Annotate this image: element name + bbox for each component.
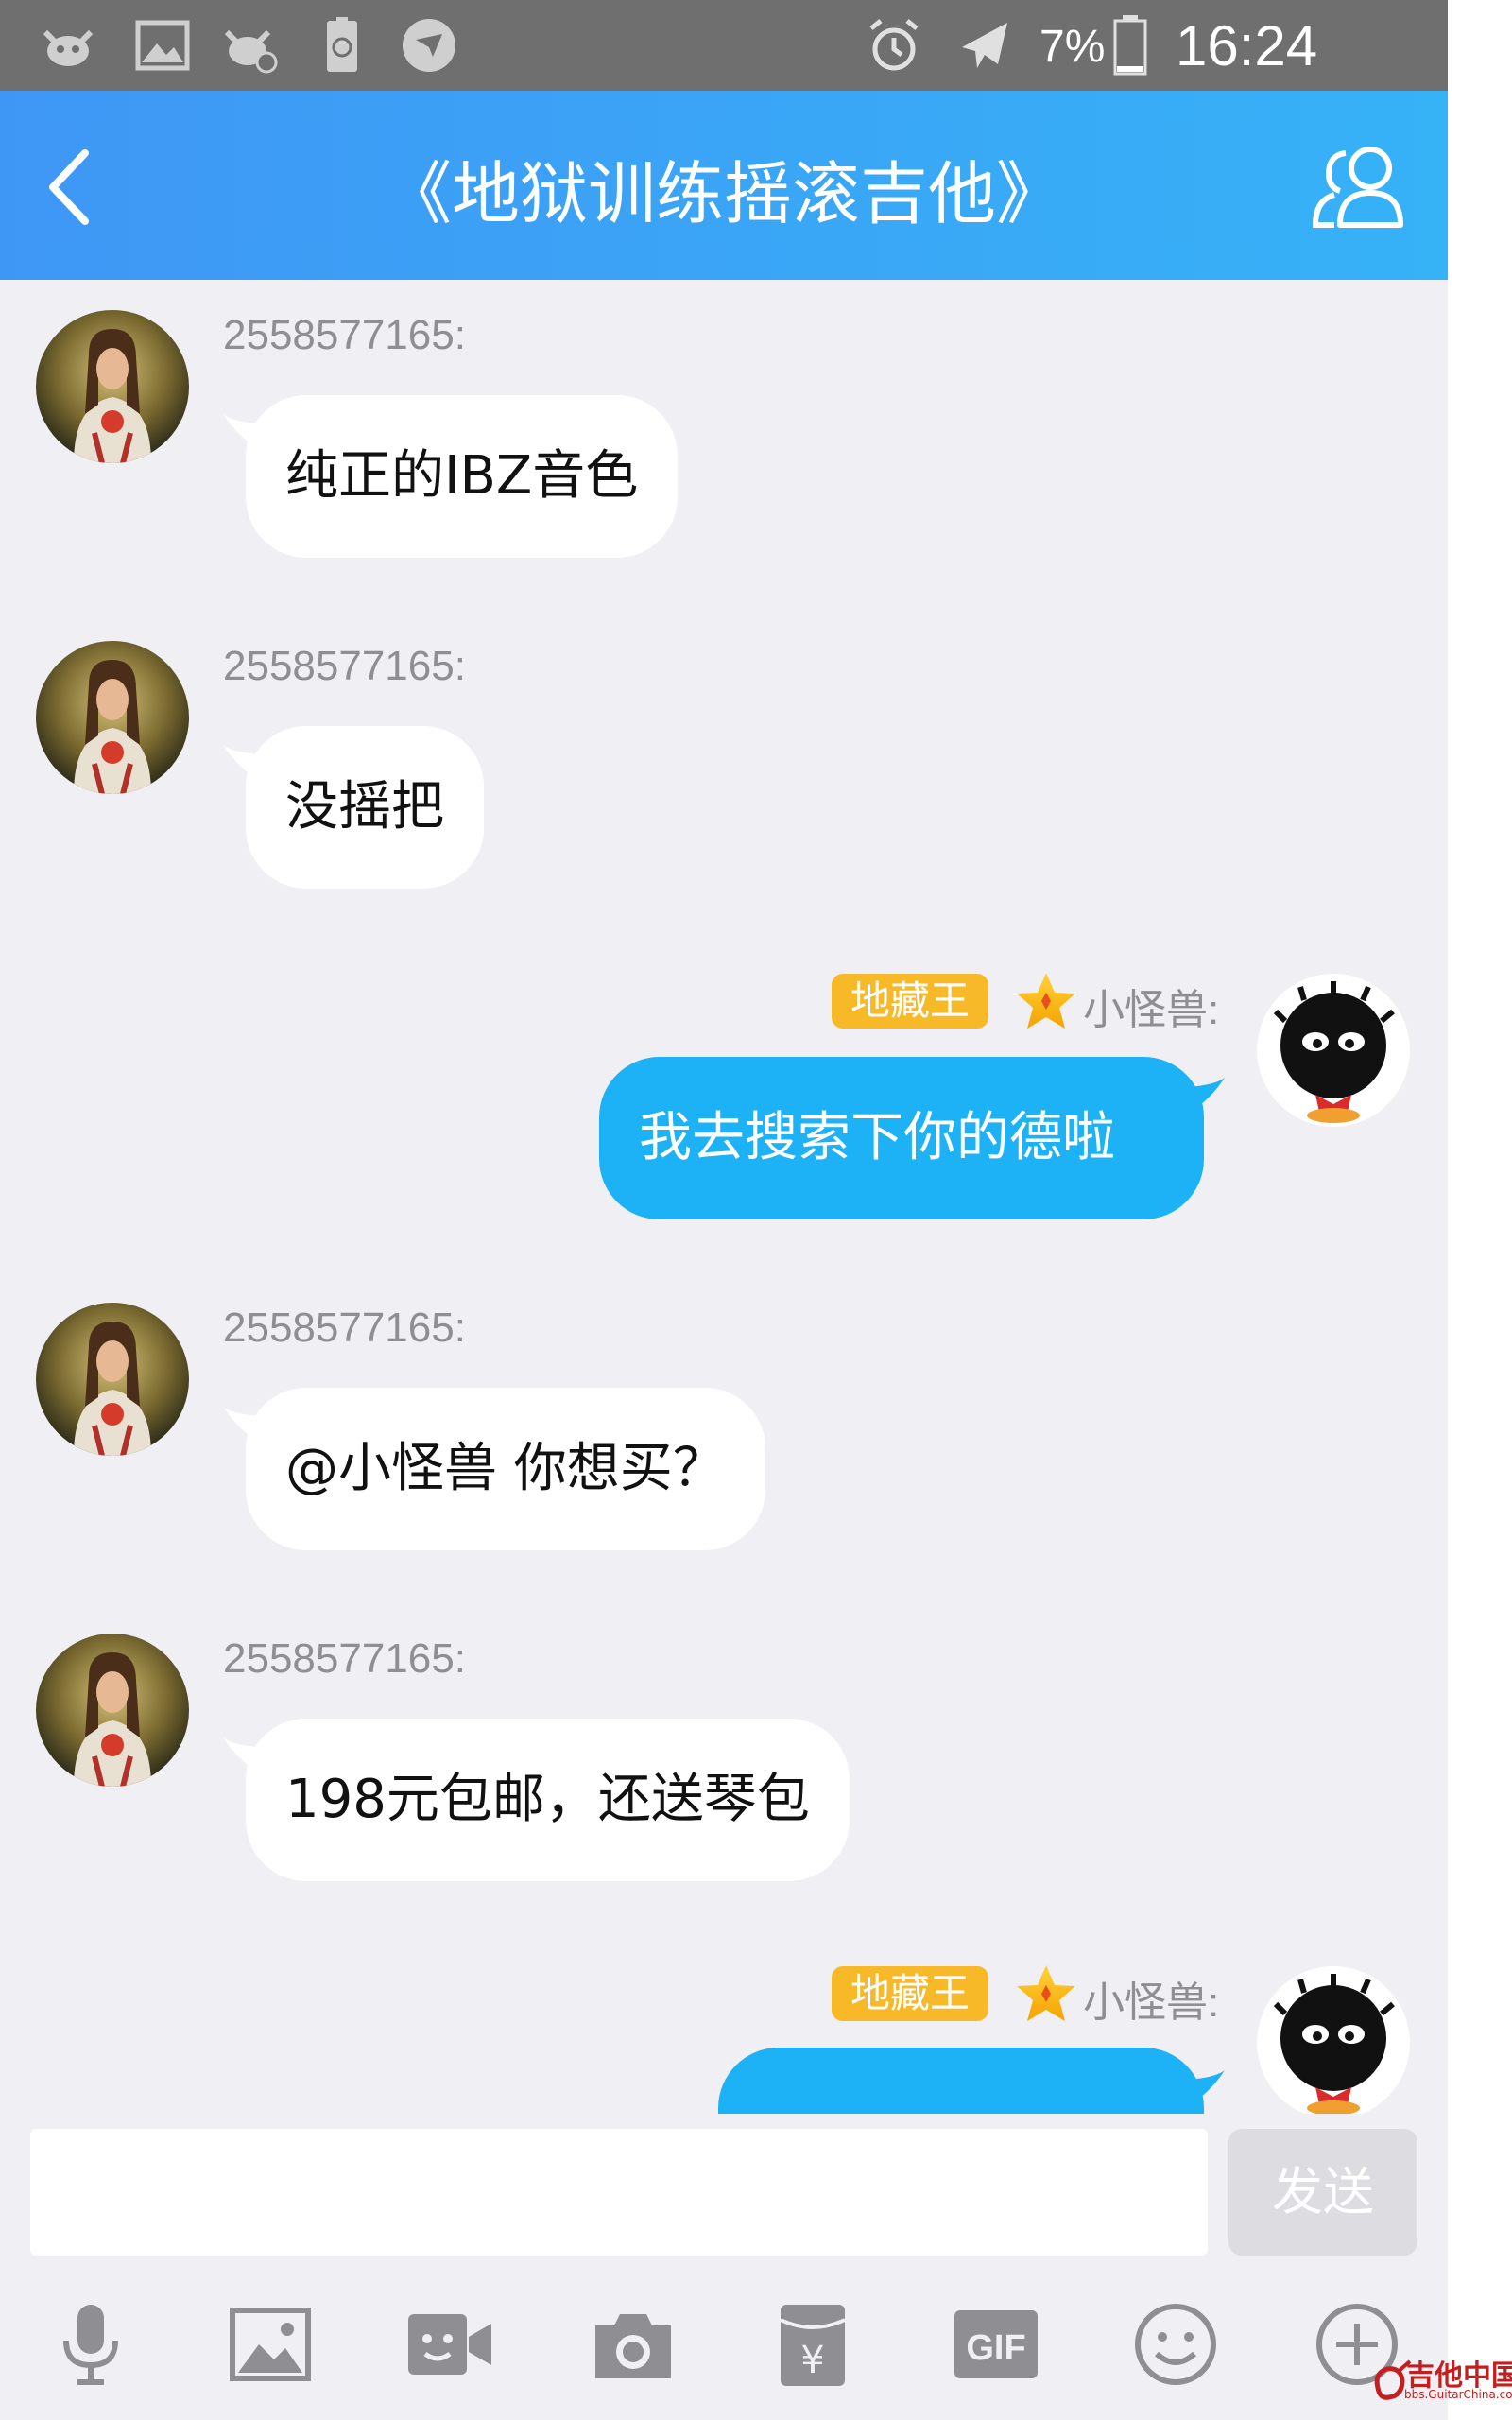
avatar-jesus[interactable] [36,641,189,794]
watermark-subtext: bbs.GuitarChina.com [1404,2388,1512,2401]
alarm-icon [869,19,919,71]
avatar-fuzzball[interactable] [1257,1966,1410,2114]
emoji-icon[interactable] [1130,2299,1221,2390]
star-level-icon [1017,1965,1075,2021]
send-button[interactable]: 发送 [1228,2129,1418,2256]
gallery-icon [135,20,190,71]
sender-name: 小怪兽: [1083,987,1220,1033]
bird-app-icon [403,19,455,72]
video-chat-icon[interactable] [404,2299,495,2390]
message-bubble[interactable]: 没摇把 [246,726,484,889]
sender-name: 2558577165: [223,1635,466,1682]
phone-screen: 7% 16:24 《地狱训练摇滚吉他》 2558577165: 纯正的IBZ音色… [0,0,1448,2420]
microphone-icon[interactable] [45,2299,136,2390]
composer-toolbar: ¥ GIF [0,2265,1448,2420]
sender-name: 小怪兽: [1083,1979,1220,2026]
star-level-icon [1017,973,1075,1028]
rank-badge: 地藏王 [832,1966,989,2021]
status-time: 16:24 [1176,14,1318,78]
battery-percent: 7% [1040,22,1106,72]
recycle-battery-icon [327,17,357,72]
message-bubble[interactable]: 纯正的IBZ音色 [246,395,679,558]
cow-app-muted-icon [224,29,278,74]
message-list[interactable]: 2558577165: 纯正的IBZ音色 2558577165: 没摇把 地藏王… [0,280,1448,2114]
gif-label: GIF [966,2328,1025,2368]
message-bubble[interactable]: 198元包邮，还送琴包 [246,1719,850,1881]
sender-name: 2558577165: [223,312,466,358]
message-bubble[interactable]: 我去搜索下你的德啦 [599,1057,1204,1219]
battery-icon [1113,15,1147,76]
airplane-mode-icon [962,23,1007,68]
sender-name: 2558577165: [223,643,466,689]
camera-icon[interactable] [588,2299,679,2390]
page-title: 《地狱训练摇滚吉他》 [383,154,1064,233]
message-bubble[interactable] [718,2048,1204,2114]
chevron-left-icon [49,149,89,225]
avatar-jesus[interactable] [36,1634,189,1787]
avatar-fuzzball[interactable] [1257,974,1410,1127]
currency-symbol: ¥ [800,2339,824,2382]
status-bar: 7% 16:24 [0,0,1448,91]
message-bubble[interactable]: @小怪兽 你想买？ [246,1388,765,1550]
message-input[interactable] [30,2129,1208,2256]
avatar-jesus[interactable] [36,310,189,463]
red-packet-icon[interactable]: ¥ [767,2299,858,2390]
back-button[interactable] [26,140,121,234]
side-strip [1448,0,1512,2420]
sender-name: 2558577165: [223,1305,466,1351]
group-members-icon[interactable] [1308,134,1412,238]
rank-badge: 地藏王 [832,974,989,1028]
cow-app-icon [43,29,94,66]
composer: 发送 [0,2114,1448,2265]
chat-header: 《地狱训练摇滚吉他》 [0,91,1448,280]
avatar-jesus[interactable] [36,1303,189,1456]
image-icon[interactable] [225,2299,316,2390]
gif-icon[interactable]: GIF [951,2299,1041,2390]
